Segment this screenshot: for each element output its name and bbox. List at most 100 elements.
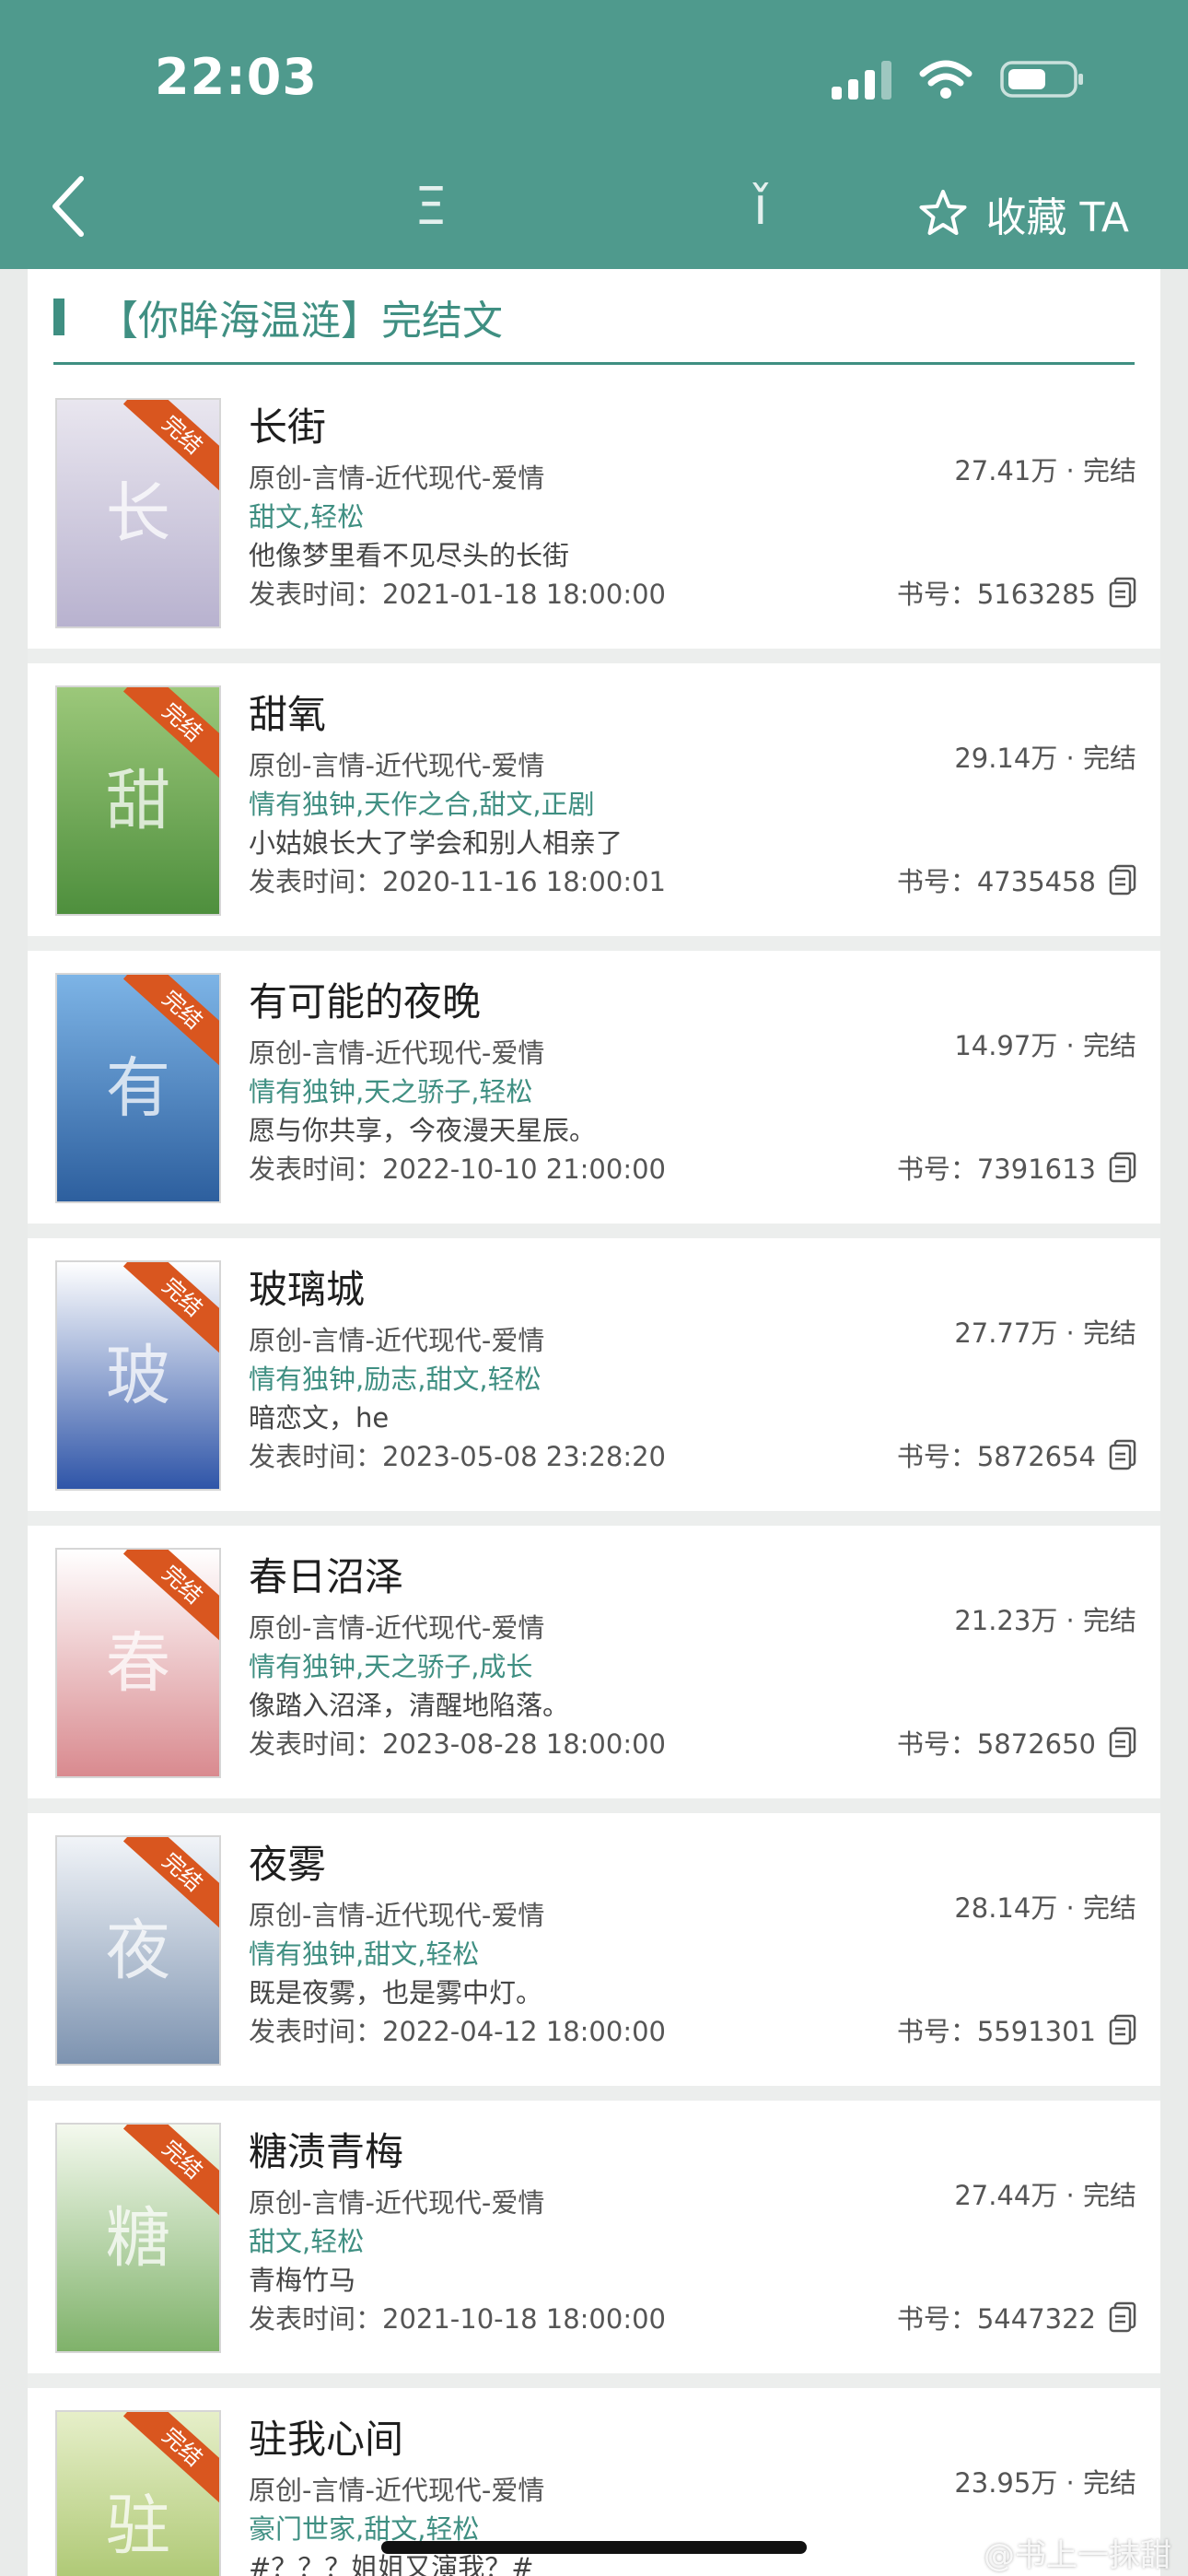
book-title[interactable]: 玻璃城 bbox=[249, 1259, 365, 1315]
book-id: 书号：4735458 bbox=[897, 861, 1136, 899]
book-cover[interactable]: 春 完结 bbox=[55, 1548, 221, 1778]
book-tags: 甜文,轻松 bbox=[249, 501, 365, 533]
book-cover[interactable]: 驻 完结 bbox=[55, 2410, 221, 2576]
book-tags: 情有独钟,天之骄子,轻松 bbox=[249, 1076, 533, 1107]
copy-icon[interactable] bbox=[1109, 1439, 1136, 1470]
star-icon bbox=[919, 190, 967, 235]
book-stats: 27.77万 · 完结 bbox=[954, 1317, 1136, 1349]
copy-icon[interactable] bbox=[1109, 577, 1136, 608]
book-id: 书号：5872650 bbox=[897, 1723, 1136, 1762]
book-description: 小姑娘长大了学会和别人相亲了 bbox=[249, 827, 623, 859]
book-id: 书号：7391613 bbox=[897, 1148, 1136, 1187]
copy-icon[interactable] bbox=[1109, 1727, 1136, 1758]
favorite-button[interactable]: 收藏 TA bbox=[917, 184, 1129, 243]
book-row[interactable]: 玻 完结 玻璃城 原创-言情-近代现代-爱情 情有独钟,励志,甜文,轻松 暗恋文… bbox=[28, 1238, 1160, 1526]
battery-icon bbox=[1000, 59, 1085, 100]
book-title[interactable]: 甜氧 bbox=[249, 684, 326, 740]
book-row[interactable]: 糖 完结 糖渍青梅 原创-言情-近代现代-爱情 甜文,轻松 青梅竹马 发表时间：… bbox=[28, 2101, 1160, 2388]
nav-title-part-a: Ξ bbox=[414, 177, 448, 237]
book-stats: 27.44万 · 完结 bbox=[954, 2180, 1136, 2211]
book-id: 书号：5447322 bbox=[897, 2298, 1136, 2336]
back-icon[interactable] bbox=[44, 170, 96, 243]
book-description: 青梅竹马 bbox=[249, 2265, 356, 2296]
svg-text:春: 春 bbox=[106, 1624, 170, 1701]
book-category: 原创-言情-近代现代-爱情 bbox=[249, 463, 545, 494]
app-screen: 22:03 Ξ ǐ 收藏 TA 【你眸海温涟】完结文 长 完结 长街 原创-言情… bbox=[0, 0, 1188, 2576]
book-id-text: 书号：5591301 bbox=[896, 2016, 1096, 2047]
wifi-icon bbox=[919, 59, 973, 100]
book-title[interactable]: 驻我心间 bbox=[249, 2408, 403, 2465]
section-marker bbox=[53, 299, 64, 335]
favorite-label: 收藏 TA bbox=[985, 194, 1129, 241]
book-stats: 29.14万 · 完结 bbox=[954, 743, 1136, 774]
book-cover[interactable]: 长 完结 bbox=[55, 398, 221, 628]
book-cover[interactable]: 糖 完结 bbox=[55, 2123, 221, 2353]
top-bar: 22:03 Ξ ǐ 收藏 TA bbox=[0, 0, 1188, 269]
book-stats: 21.23万 · 完结 bbox=[954, 1605, 1136, 1636]
book-publish-time: 发表时间：2023-05-08 23:28:20 bbox=[249, 1441, 666, 1472]
copy-icon[interactable] bbox=[1109, 2014, 1136, 2045]
book-publish-time: 发表时间：2021-10-18 18:00:00 bbox=[249, 2303, 666, 2335]
book-id-text: 书号：4735458 bbox=[896, 866, 1096, 897]
book-description: 愿与你共享，今夜漫天星辰。 bbox=[249, 1115, 597, 1146]
book-tags: 情有独钟,天作之合,甜文,正剧 bbox=[249, 789, 595, 820]
book-stats: 23.95万 · 完结 bbox=[954, 2467, 1136, 2499]
book-description: 像踏入沼泽，清醒地陷落。 bbox=[249, 1690, 570, 1721]
book-publish-time: 发表时间：2020-11-16 18:00:01 bbox=[249, 866, 666, 897]
book-publish-time: 发表时间：2022-04-12 18:00:00 bbox=[249, 2016, 666, 2047]
book-publish-time: 发表时间：2021-01-18 18:00:00 bbox=[249, 579, 666, 610]
copy-icon[interactable] bbox=[1109, 864, 1136, 896]
book-id-text: 书号：5872650 bbox=[896, 1728, 1096, 1760]
copy-icon[interactable] bbox=[1109, 1152, 1136, 1183]
book-publish-time: 发表时间：2023-08-28 18:00:00 bbox=[249, 1728, 666, 1760]
book-id: 书号：5163285 bbox=[897, 573, 1136, 612]
section-title: 【你眸海温涟】完结文 bbox=[98, 298, 503, 345]
nav-title-part-b: ǐ bbox=[753, 177, 768, 237]
svg-text:糖: 糖 bbox=[106, 2199, 170, 2276]
svg-text:有: 有 bbox=[106, 1049, 170, 1126]
book-row[interactable]: 有 完结 有可能的夜晚 原创-言情-近代现代-爱情 情有独钟,天之骄子,轻松 愿… bbox=[28, 951, 1160, 1238]
book-category: 原创-言情-近代现代-爱情 bbox=[249, 750, 545, 781]
book-title[interactable]: 有可能的夜晚 bbox=[249, 971, 481, 1027]
svg-text:驻: 驻 bbox=[106, 2487, 170, 2563]
book-category: 原创-言情-近代现代-爱情 bbox=[249, 1612, 545, 1644]
book-cover[interactable]: 甜 完结 bbox=[55, 685, 221, 916]
copy-icon[interactable] bbox=[1109, 2301, 1136, 2333]
book-row[interactable]: 甜 完结 甜氧 原创-言情-近代现代-爱情 情有独钟,天作之合,甜文,正剧 小姑… bbox=[28, 663, 1160, 951]
book-id: 书号：5591301 bbox=[897, 2010, 1136, 2049]
book-row[interactable]: 春 完结 春日沼泽 原创-言情-近代现代-爱情 情有独钟,天之骄子,成长 像踏入… bbox=[28, 1526, 1160, 1813]
status-icons bbox=[832, 59, 1085, 100]
book-category: 原创-言情-近代现代-爱情 bbox=[249, 1325, 545, 1356]
section-header: 【你眸海温涟】完结文 bbox=[53, 278, 1135, 365]
svg-text:玻: 玻 bbox=[106, 1337, 170, 1413]
book-cover[interactable]: 夜 完结 bbox=[55, 1835, 221, 2066]
book-tags: 情有独钟,甜文,轻松 bbox=[249, 1938, 480, 1970]
svg-text:长: 长 bbox=[106, 474, 170, 551]
book-title[interactable]: 春日沼泽 bbox=[249, 1546, 403, 1602]
book-id: 书号：5872654 bbox=[897, 1435, 1136, 1474]
book-id-text: 书号：5163285 bbox=[896, 579, 1096, 610]
book-stats: 28.14万 · 完结 bbox=[954, 1892, 1136, 1924]
book-row[interactable]: 长 完结 长街 原创-言情-近代现代-爱情 甜文,轻松 他像梦里看不见尽头的长街… bbox=[28, 376, 1160, 663]
svg-text:夜: 夜 bbox=[106, 1912, 170, 1988]
book-publish-time: 发表时间：2022-10-10 21:00:00 bbox=[249, 1153, 666, 1185]
book-category: 原创-言情-近代现代-爱情 bbox=[249, 2187, 545, 2219]
book-id-text: 书号：5447322 bbox=[896, 2303, 1096, 2335]
book-description: 既是夜雾，也是雾中灯。 bbox=[249, 1977, 543, 2008]
book-cover[interactable]: 有 完结 bbox=[55, 973, 221, 1203]
book-title[interactable]: 长街 bbox=[249, 396, 326, 452]
book-tags: 情有独钟,励志,甜文,轻松 bbox=[249, 1364, 542, 1395]
book-title[interactable]: 糖渍青梅 bbox=[249, 2121, 403, 2177]
home-indicator[interactable] bbox=[381, 2541, 807, 2554]
book-tags: 情有独钟,天之骄子,成长 bbox=[249, 1651, 533, 1682]
book-row[interactable]: 夜 完结 夜雾 原创-言情-近代现代-爱情 情有独钟,甜文,轻松 既是夜雾，也是… bbox=[28, 1813, 1160, 2101]
book-category: 原创-言情-近代现代-爱情 bbox=[249, 2475, 545, 2506]
watermark: @书上一抹甜 bbox=[984, 2537, 1171, 2574]
book-category: 原创-言情-近代现代-爱情 bbox=[249, 1037, 545, 1069]
svg-text:甜: 甜 bbox=[106, 762, 170, 838]
book-title[interactable]: 夜雾 bbox=[249, 1833, 326, 1890]
book-cover[interactable]: 玻 完结 bbox=[55, 1260, 221, 1491]
book-description: 暗恋文，he bbox=[249, 1402, 390, 1434]
book-category: 原创-言情-近代现代-爱情 bbox=[249, 1900, 545, 1931]
book-list-sheet: 【你眸海温涟】完结文 长 完结 长街 原创-言情-近代现代-爱情 甜文,轻松 他… bbox=[28, 269, 1160, 2576]
